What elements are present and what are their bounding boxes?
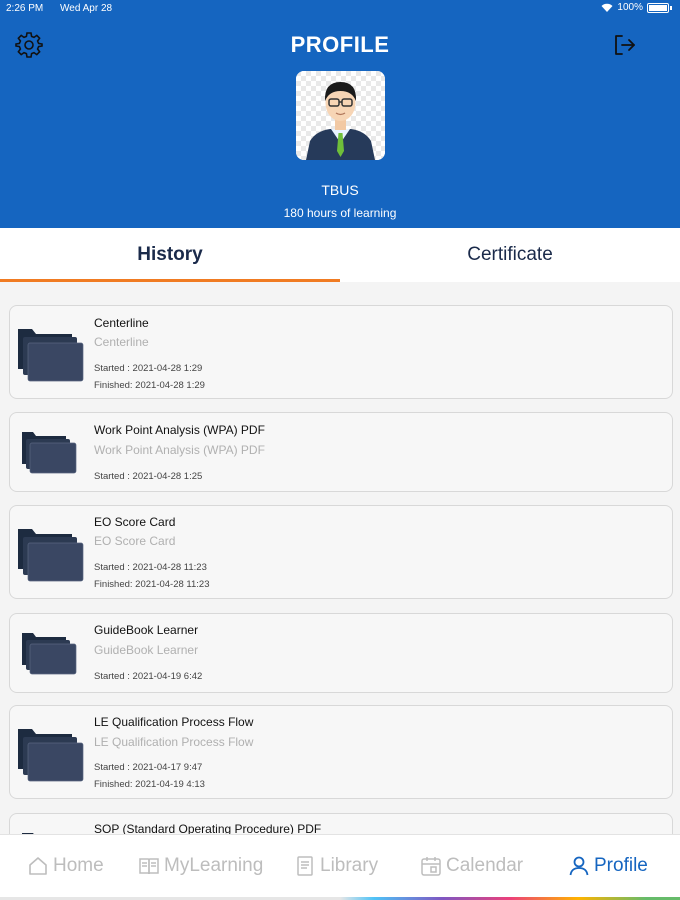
status-time: 2:26 PM <box>6 3 44 14</box>
battery-percent: 100% <box>617 2 643 13</box>
bottom-tab-bar: Home MyLearning Library Calendar Profile <box>0 834 680 900</box>
battery-icon <box>647 2 669 13</box>
nav-profile[interactable]: Profile <box>568 855 648 877</box>
nav-home[interactable]: Home <box>27 855 104 877</box>
finished-date: Finished: 2021-04-28 11:23 <box>94 579 210 590</box>
history-card[interactable]: SOP (Standard Operating Procedure) PDF <box>9 813 673 834</box>
history-card[interactable]: LE Qualification Process Flow LE Qualifi… <box>9 705 673 799</box>
status-right: 100% <box>601 2 672 13</box>
status-date: Wed Apr 28 <box>60 3 113 14</box>
tab-history[interactable]: History <box>0 228 340 282</box>
user-name: TBUS <box>321 182 359 198</box>
course-title: EO Score Card <box>94 515 176 529</box>
avatar-illustration <box>296 71 385 160</box>
finished-date: Finished: 2021-04-28 1:29 <box>94 380 205 391</box>
page-title: PROFILE <box>290 32 390 57</box>
nav-library[interactable]: Library <box>294 855 378 877</box>
history-card[interactable]: Work Point Analysis (WPA) PDF Work Point… <box>9 412 673 492</box>
status-bar: 2:26 PM Wed Apr 28 100% <box>0 0 680 16</box>
nav-library-label: Library <box>320 855 379 876</box>
history-card[interactable]: GuideBook Learner GuideBook Learner Star… <box>9 613 673 693</box>
nav-mylearning[interactable]: MyLearning <box>138 855 263 877</box>
calendar-icon <box>421 857 441 876</box>
started-date: Started : 2021-04-28 1:29 <box>94 363 203 374</box>
folder-stack-icon <box>22 432 77 474</box>
course-title: GuideBook Learner <box>94 623 199 637</box>
logout-button[interactable] <box>610 30 640 60</box>
started-date: Started : 2021-04-17 9:47 <box>94 762 203 773</box>
course-subtitle: GuideBook Learner <box>94 643 199 657</box>
folder-stack-icon <box>18 529 84 582</box>
logout-icon <box>615 35 635 55</box>
book-icon <box>139 858 159 875</box>
nav-profile-label: Profile <box>594 855 648 876</box>
course-subtitle: Work Point Analysis (WPA) PDF <box>94 443 265 457</box>
profile-header: 2:26 PM Wed Apr 28 100% PROFILE TBUS 180… <box>0 0 680 228</box>
nav-mylearning-label: MyLearning <box>164 855 264 876</box>
course-subtitle: EO Score Card <box>94 534 176 548</box>
finished-date: Finished: 2021-04-19 4:13 <box>94 779 205 790</box>
folder-stack-icon <box>18 329 84 382</box>
history-card[interactable]: EO Score Card EO Score Card Started : 20… <box>9 505 673 599</box>
course-title: SOP (Standard Operating Procedure) PDF <box>94 822 322 834</box>
course-subtitle: LE Qualification Process Flow <box>94 735 254 749</box>
history-card[interactable]: Centerline Centerline Started : 2021-04-… <box>9 305 673 399</box>
nav-calendar[interactable]: Calendar <box>420 855 523 877</box>
wifi-icon <box>601 3 613 12</box>
nav-home-label: Home <box>53 855 104 876</box>
tab-certificate[interactable]: Certificate <box>340 228 680 282</box>
course-title: Centerline <box>94 316 149 330</box>
profile-tabs: History Certificate <box>0 228 680 282</box>
library-icon <box>297 856 313 876</box>
home-icon <box>29 857 47 875</box>
started-date: Started : 2021-04-28 1:25 <box>94 471 203 482</box>
nav-calendar-label: Calendar <box>446 855 524 876</box>
avatar[interactable] <box>296 71 385 160</box>
learning-hours: 180 hours of learning <box>283 206 397 220</box>
history-list: Centerline Centerline Started : 2021-04-… <box>0 282 680 834</box>
course-title: LE Qualification Process Flow <box>94 715 254 729</box>
battery-cap <box>670 5 672 10</box>
folder-stack-icon <box>18 729 84 782</box>
folder-stack-icon <box>22 633 77 675</box>
course-title: Work Point Analysis (WPA) PDF <box>94 423 265 437</box>
started-date: Started : 2021-04-19 6:42 <box>94 671 203 682</box>
person-icon <box>569 856 589 876</box>
course-subtitle: Centerline <box>94 335 149 349</box>
started-date: Started : 2021-04-28 11:23 <box>94 562 207 573</box>
